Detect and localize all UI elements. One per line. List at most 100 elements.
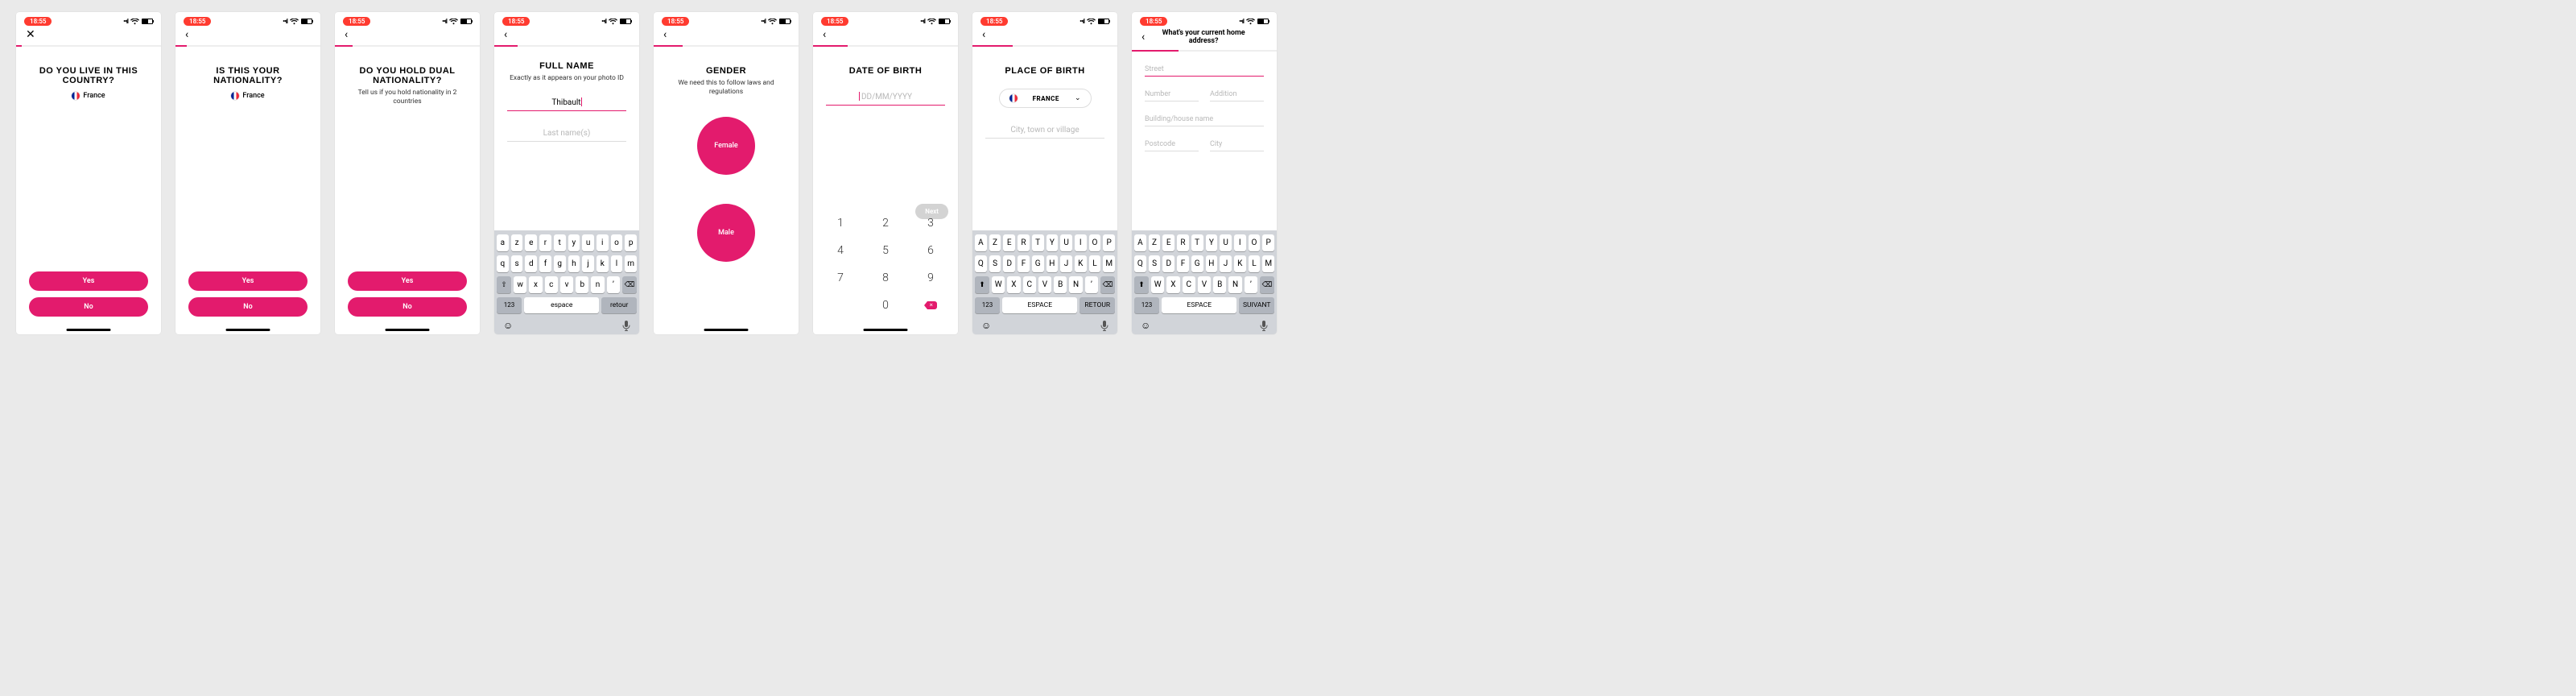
key-d[interactable]: d	[525, 255, 537, 272]
key-v[interactable]: v	[560, 276, 573, 293]
key-O[interactable]: O	[1089, 234, 1101, 251]
key-T[interactable]: T	[1032, 234, 1044, 251]
return-key[interactable]: retour	[601, 297, 637, 313]
emoji-key[interactable]: ☺	[503, 320, 513, 331]
mic-key[interactable]	[1260, 321, 1268, 331]
key-D[interactable]: D	[1003, 255, 1015, 272]
key-z[interactable]: z	[511, 234, 523, 251]
numpad-0[interactable]: 0	[863, 299, 908, 312]
shift-key[interactable]: ⬆	[1134, 276, 1149, 293]
street-input[interactable]: Street	[1145, 63, 1264, 77]
key-C[interactable]: C	[1183, 276, 1195, 293]
numpad-6[interactable]: 6	[908, 244, 953, 257]
key-J[interactable]: J	[1060, 255, 1072, 272]
space-key[interactable]: espace	[1002, 297, 1077, 313]
key-i[interactable]: i	[597, 234, 609, 251]
key-s[interactable]: s	[511, 255, 523, 272]
key-A[interactable]: A	[1134, 234, 1146, 251]
key-L[interactable]: L	[1089, 255, 1101, 272]
key-K[interactable]: K	[1075, 255, 1087, 272]
mic-key[interactable]	[622, 321, 630, 331]
backspace-key[interactable]: ⌫	[622, 276, 637, 293]
key-Z[interactable]: Z	[1149, 234, 1161, 251]
key-W[interactable]: W	[992, 276, 1005, 293]
first-name-input[interactable]: Thibault	[507, 94, 626, 111]
key-P[interactable]: P	[1262, 234, 1274, 251]
space-key[interactable]: espace	[524, 297, 599, 313]
key-e[interactable]: e	[525, 234, 537, 251]
return-key[interactable]: retour	[1080, 297, 1115, 313]
key-Q[interactable]: Q	[1134, 255, 1146, 272]
numpad-1[interactable]: 1	[818, 217, 863, 230]
key-U[interactable]: U	[1060, 234, 1072, 251]
no-button[interactable]: No	[29, 297, 148, 317]
building-input[interactable]: Building/house name	[1145, 113, 1264, 126]
key-W[interactable]: W	[1151, 276, 1164, 293]
key-n[interactable]: n	[591, 276, 604, 293]
key-F[interactable]: F	[1177, 255, 1189, 272]
key-K[interactable]: K	[1234, 255, 1246, 272]
key-G[interactable]: G	[1032, 255, 1044, 272]
number-input[interactable]: Number	[1145, 88, 1199, 102]
key-u[interactable]: u	[582, 234, 594, 251]
key-x[interactable]: x	[529, 276, 542, 293]
key-L[interactable]: L	[1249, 255, 1261, 272]
key-k[interactable]: k	[597, 255, 609, 272]
key-D[interactable]: D	[1162, 255, 1174, 272]
key-T[interactable]: T	[1191, 234, 1203, 251]
key-B[interactable]: B	[1054, 276, 1067, 293]
gender-option-male[interactable]: Male	[697, 204, 755, 262]
key-M[interactable]: M	[1103, 255, 1115, 272]
yes-button[interactable]: Yes	[348, 271, 467, 291]
key-Y[interactable]: Y	[1206, 234, 1218, 251]
key-O[interactable]: O	[1249, 234, 1261, 251]
key-E[interactable]: E	[1003, 234, 1015, 251]
backspace-key[interactable]: ⌫	[1100, 276, 1115, 293]
backspace-key[interactable]: ⌫	[1260, 276, 1274, 293]
key-c[interactable]: c	[545, 276, 558, 293]
key-N[interactable]: N	[1069, 276, 1082, 293]
emoji-key[interactable]: ☺	[1141, 320, 1150, 331]
key-H[interactable]: H	[1046, 255, 1059, 272]
city-input[interactable]: City	[1210, 138, 1264, 151]
back-icon[interactable]: ‹	[185, 29, 188, 40]
space-key[interactable]: espace	[1162, 297, 1236, 313]
key-f[interactable]: f	[539, 255, 551, 272]
key-C[interactable]: C	[1023, 276, 1036, 293]
back-icon[interactable]: ‹	[1141, 31, 1145, 43]
no-button[interactable]: No	[188, 297, 308, 317]
dob-input[interactable]: DD/MM/YYYY	[826, 89, 945, 106]
city-input[interactable]: City, town or village	[985, 122, 1104, 139]
next-key[interactable]: suivant	[1239, 297, 1274, 313]
key-S[interactable]: S	[989, 255, 1001, 272]
key-’[interactable]: ’	[1085, 276, 1098, 293]
country-select[interactable]: FRANCE ⌄	[999, 89, 1092, 108]
numeric-mode-key[interactable]: 123	[497, 297, 522, 313]
addition-input[interactable]: Addition	[1210, 88, 1264, 102]
key-V[interactable]: V	[1038, 276, 1051, 293]
key-H[interactable]: H	[1206, 255, 1218, 272]
key-Q[interactable]: Q	[975, 255, 987, 272]
key-V[interactable]: V	[1198, 276, 1211, 293]
key-R[interactable]: R	[1177, 234, 1189, 251]
key-N[interactable]: N	[1228, 276, 1241, 293]
key-G[interactable]: G	[1191, 255, 1203, 272]
key-S[interactable]: S	[1149, 255, 1161, 272]
numeric-mode-key[interactable]: 123	[975, 297, 1000, 313]
key-p[interactable]: p	[625, 234, 637, 251]
key-a[interactable]: a	[497, 234, 509, 251]
key-B[interactable]: B	[1213, 276, 1226, 293]
back-icon[interactable]: ‹	[982, 29, 985, 40]
key-o[interactable]: o	[611, 234, 623, 251]
home-indicator[interactable]	[67, 329, 111, 331]
key-M[interactable]: M	[1262, 255, 1274, 272]
key-Y[interactable]: Y	[1046, 234, 1059, 251]
last-name-input[interactable]: Last name(s)	[507, 126, 626, 142]
numpad-2[interactable]: 2	[863, 217, 908, 230]
key-h[interactable]: h	[568, 255, 580, 272]
key-w[interactable]: w	[514, 276, 526, 293]
key-b[interactable]: b	[576, 276, 588, 293]
home-indicator[interactable]	[386, 329, 430, 331]
shift-key[interactable]: ⇧	[497, 276, 511, 293]
key-F[interactable]: F	[1018, 255, 1030, 272]
